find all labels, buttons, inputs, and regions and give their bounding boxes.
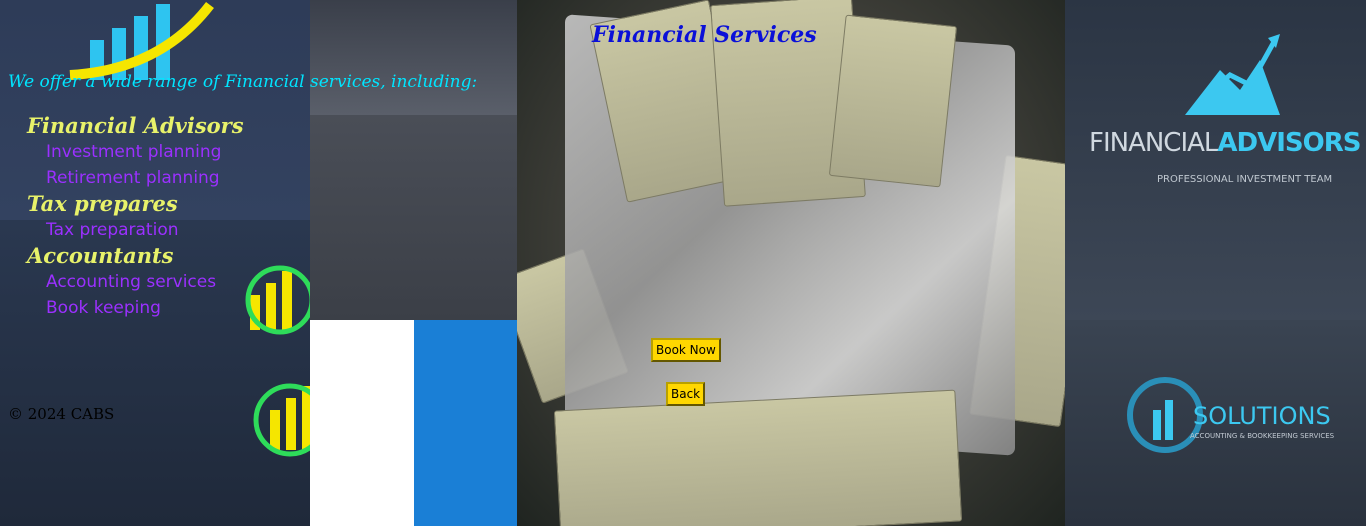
mountain-arrow-logo-icon	[1185, 34, 1280, 115]
service-item-accounting-services: Accounting services	[46, 272, 217, 292]
bar-chart-logo-icon	[69, 1, 214, 80]
background-logo-collage-right: FINANCIALADVISORS PROFESSIONAL INVESTMEN…	[1065, 0, 1366, 526]
service-category: Tax prepares Tax preparation	[27, 191, 244, 243]
service-sublist: Investment planning Retirement planning	[27, 139, 244, 191]
financial-advisors-logo-text: FINANCIALADVISORS	[1089, 128, 1361, 158]
service-category: Financial Advisors Investment planning R…	[27, 113, 244, 191]
financial-advisors-logo-subtitle: PROFESSIONAL INVESTMENT TEAM	[1157, 174, 1333, 185]
service-item-tax-preparation: Tax preparation	[46, 220, 179, 240]
bar-chart-logo-icon	[253, 383, 310, 457]
back-button[interactable]: Back	[666, 382, 706, 406]
category-title-financial-advisors: Financial Advisors	[27, 113, 244, 138]
bar-chart-logo-icon	[245, 265, 310, 335]
category-title-tax-prepares: Tax prepares	[27, 191, 178, 216]
solutions-logo-text: SOLUTIONS	[1193, 402, 1331, 430]
money-briefcase-photo	[517, 0, 1065, 526]
book-now-button[interactable]: Book Now	[651, 338, 721, 362]
service-item-book-keeping: Book keeping	[46, 298, 161, 318]
service-item-investment-planning: Investment planning	[46, 142, 222, 162]
footer-copyright: © 2024 CABS	[8, 405, 115, 423]
intro-text: We offer a wide range of Financial servi…	[8, 72, 478, 92]
service-sublist: Accounting services Book keeping	[27, 269, 244, 321]
service-item-retirement-planning: Retirement planning	[46, 168, 220, 188]
category-title-accountants: Accountants	[27, 243, 174, 268]
service-category: Accountants Accounting services Book kee…	[27, 243, 244, 321]
solutions-logo-subtitle: ACCOUNTING & BOOKKEEPING SERVICES	[1190, 432, 1335, 440]
page-title: Financial Services	[592, 22, 817, 48]
service-sublist: Tax preparation	[27, 217, 244, 243]
services-list: Financial Advisors Investment planning R…	[27, 113, 244, 321]
